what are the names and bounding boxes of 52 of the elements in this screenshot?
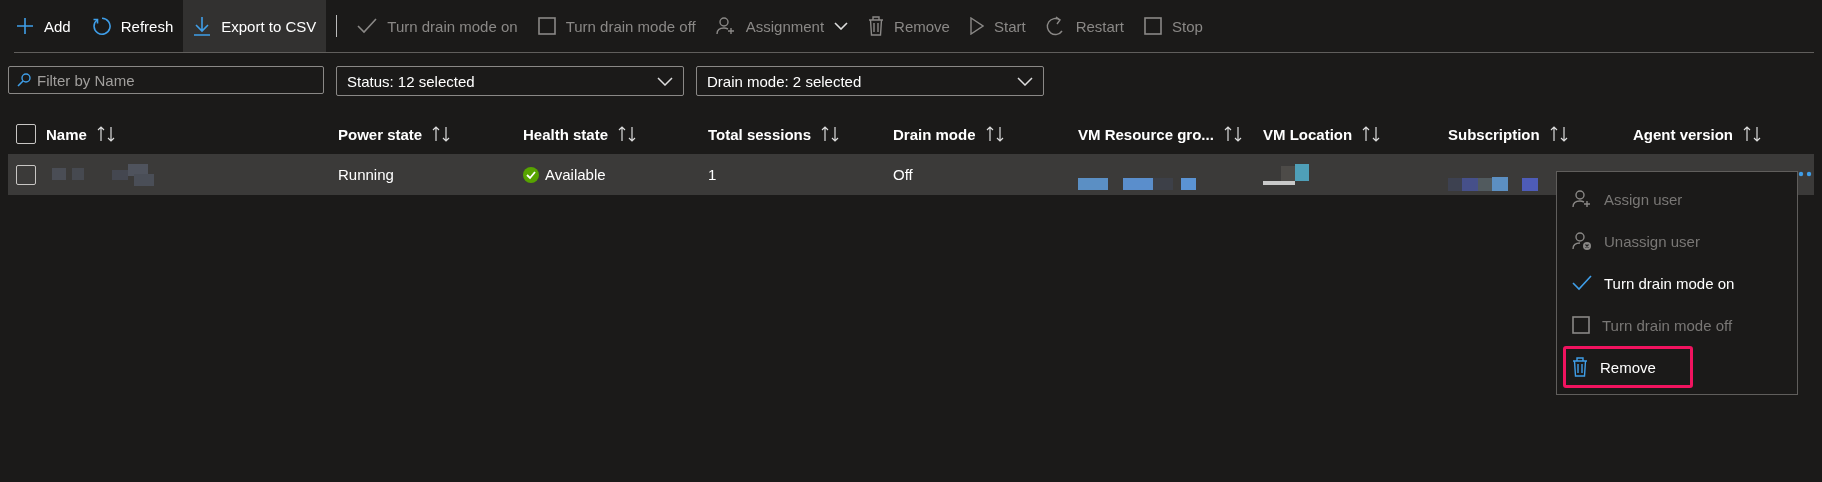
column-header[interactable]: Drain mode xyxy=(893,125,976,143)
filter-dropdown[interactable]: Drain mode: 2 selected xyxy=(696,66,1044,96)
checkmark-icon xyxy=(1572,275,1592,291)
sort-icon[interactable] xyxy=(432,126,451,142)
column-header[interactable]: VM Resource gro... xyxy=(1078,125,1214,143)
play-icon xyxy=(969,17,984,35)
table-cell: Off xyxy=(893,166,913,183)
person-add-icon xyxy=(715,16,736,36)
column-header[interactable]: Power state xyxy=(338,125,423,143)
plus-icon xyxy=(16,17,34,35)
sort-icon[interactable] xyxy=(1743,126,1762,142)
square-icon xyxy=(1572,316,1590,334)
filter-dropdown[interactable]: Status: 12 selected xyxy=(336,66,684,96)
square-icon xyxy=(1144,17,1162,35)
table-cell: Running xyxy=(338,166,394,183)
person-add-icon xyxy=(1572,189,1592,209)
square-icon xyxy=(537,17,556,35)
toolbar-separator xyxy=(336,15,338,37)
sort-icon[interactable] xyxy=(1362,126,1381,142)
table-row[interactable]: Running Available 1 Off xyxy=(8,154,1814,195)
column-header[interactable]: Name xyxy=(46,125,87,143)
column-header[interactable]: Subscription xyxy=(1448,125,1540,143)
sort-icon[interactable] xyxy=(1549,126,1568,142)
sort-icon[interactable] xyxy=(821,126,840,142)
person-remove-icon xyxy=(1572,231,1592,251)
sort-icon[interactable] xyxy=(618,126,637,142)
toolbar-button[interactable]: Add xyxy=(6,0,81,52)
sort-icon[interactable] xyxy=(985,126,1004,142)
toolbar-button[interactable]: Refresh xyxy=(80,0,184,52)
trash-icon xyxy=(868,16,885,36)
chevron-down-icon xyxy=(1017,76,1033,86)
table-cell: 1 xyxy=(708,166,717,183)
column-header[interactable]: Agent version xyxy=(1633,125,1734,143)
menu-item[interactable]: Turn drain mode on xyxy=(1563,262,1791,304)
trash-icon xyxy=(1572,357,1588,377)
refresh-icon xyxy=(90,16,111,36)
search-field[interactable]: Filter by Name xyxy=(8,66,324,94)
sort-icon[interactable] xyxy=(96,126,115,142)
sort-icon[interactable] xyxy=(1223,126,1242,142)
search-icon xyxy=(17,73,31,87)
checkmark-icon xyxy=(357,18,378,34)
download-icon xyxy=(193,16,212,36)
table-cell: Available xyxy=(545,166,606,183)
toolbar-button[interactable]: Export to CSV xyxy=(183,0,327,52)
select-all-checkbox[interactable] xyxy=(16,124,36,144)
menu-item[interactable]: Remove xyxy=(1563,346,1693,388)
blurred-location xyxy=(1263,163,1311,186)
column-header[interactable]: Total sessions xyxy=(708,125,812,143)
column-header[interactable]: VM Location xyxy=(1263,125,1353,143)
column-header[interactable]: Health state xyxy=(523,125,609,143)
chevron-down-icon xyxy=(657,76,673,86)
row-checkbox[interactable] xyxy=(16,164,36,185)
